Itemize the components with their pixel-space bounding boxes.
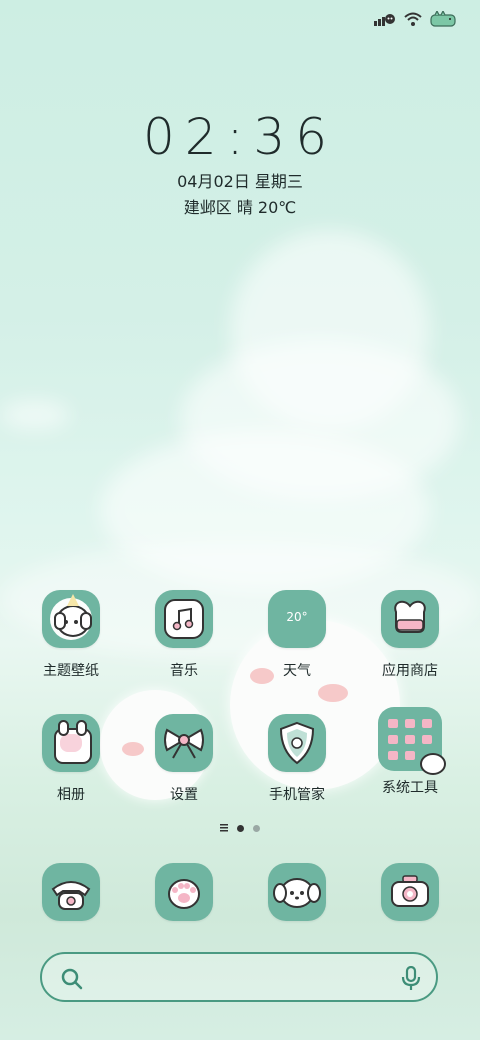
heart-box-icon [381, 590, 439, 648]
app-label: 手机管家 [269, 787, 325, 803]
menu-lines-icon [220, 824, 228, 832]
page-dot-active[interactable] [237, 824, 244, 832]
bow-icon [155, 714, 213, 772]
app-label: 天气 [283, 663, 311, 679]
dock-paw[interactable] [134, 863, 234, 921]
camera-icon [381, 863, 439, 921]
app-system-tools-folder[interactable]: 系统工具 [360, 707, 460, 797]
microphone-icon[interactable] [400, 966, 422, 992]
puppy-blush [318, 684, 348, 702]
app-music[interactable]: 音乐 [134, 590, 234, 680]
paw-icon [155, 863, 213, 921]
music-note-icon [155, 590, 213, 648]
status-bar [374, 8, 458, 30]
app-weather[interactable]: 20° 天气 [247, 590, 347, 680]
app-settings[interactable]: 设置 [134, 714, 234, 804]
weather-badge: 20° [286, 610, 308, 624]
dock-camera[interactable] [360, 863, 460, 921]
weather-icon: 20° [268, 590, 326, 648]
app-label: 设置 [170, 787, 198, 803]
dock-puppy[interactable] [247, 863, 347, 921]
shield-icon [268, 714, 326, 772]
page-indicator[interactable] [0, 824, 480, 832]
app-label: 系统工具 [382, 780, 438, 796]
app-label: 相册 [57, 787, 85, 803]
search-bar[interactable] [40, 952, 438, 1002]
app-theme-wallpaper[interactable]: 主题壁纸 [21, 590, 121, 680]
app-store[interactable]: 应用商店 [360, 590, 460, 680]
page-dot[interactable] [253, 824, 260, 832]
wallpaper-cloud [0, 400, 70, 430]
lock-weather[interactable]: 建邺区 晴 20℃ [0, 194, 480, 218]
battery-dino-icon [430, 11, 456, 27]
wifi-icon [404, 12, 422, 26]
signal-bars-icon [374, 14, 395, 26]
lock-date: 04月02日 星期三 [177, 172, 303, 191]
app-gallery[interactable]: 相册 [21, 714, 121, 804]
app-phone-manager[interactable]: 手机管家 [247, 714, 347, 804]
puppy-birthday-icon [42, 590, 100, 648]
app-label: 主题壁纸 [43, 663, 99, 679]
phone-icon [42, 863, 100, 921]
search-icon[interactable] [60, 967, 84, 991]
lock-clock[interactable]: 02:36 [0, 108, 480, 166]
app-label: 应用商店 [382, 663, 438, 679]
dock-phone[interactable] [21, 863, 121, 921]
app-label: 音乐 [170, 663, 198, 679]
puppy-face-icon [268, 863, 326, 921]
bunny-photo-icon [42, 714, 100, 772]
folder-icon [378, 707, 446, 775]
